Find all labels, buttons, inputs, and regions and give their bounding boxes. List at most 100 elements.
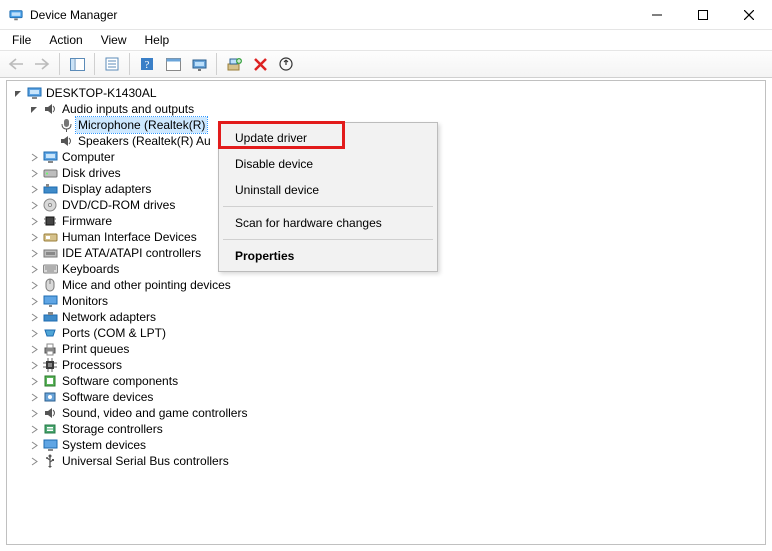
no-chevron [45,136,56,147]
chevron-right-icon[interactable] [29,216,40,227]
tree-root[interactable]: DESKTOP-K1430AL [11,85,765,101]
disc-icon [42,197,58,213]
ctx-scan-hardware[interactable]: Scan for hardware changes [221,210,435,236]
menu-action[interactable]: Action [41,32,90,48]
tree-item-monitors[interactable]: Monitors [11,293,765,309]
tree-item-storage[interactable]: Storage controllers [11,421,765,437]
chevron-right-icon[interactable] [29,248,40,259]
chevron-right-icon[interactable] [29,232,40,243]
chevron-right-icon[interactable] [29,312,40,323]
hid-icon [42,229,58,245]
back-button[interactable] [4,52,28,76]
computer-icon [42,149,58,165]
svg-text:?: ? [145,59,150,71]
storage-icon [42,421,58,437]
chevron-down-icon[interactable] [29,104,40,115]
tree-item-label: Human Interface Devices [60,229,199,245]
titlebar: Device Manager [0,0,772,30]
chevron-right-icon[interactable] [29,392,40,403]
tree-item-usb[interactable]: Universal Serial Bus controllers [11,453,765,469]
forward-button[interactable] [30,52,54,76]
show-hide-console-tree-button[interactable] [65,52,89,76]
view-button[interactable] [187,52,211,76]
window-title: Device Manager [30,8,117,22]
minimize-button[interactable] [634,0,680,30]
tree-item-label: Software devices [60,389,155,405]
monitor-icon [42,293,58,309]
ide-icon [42,245,58,261]
chevron-right-icon[interactable] [29,296,40,307]
tree-item-processors[interactable]: Processors [11,357,765,373]
chevron-right-icon[interactable] [29,168,40,179]
printer-icon [42,341,58,357]
tree-item-print-queues[interactable]: Print queues [11,341,765,357]
chevron-right-icon[interactable] [29,376,40,387]
tree-item-label: Firmware [60,213,114,229]
chevron-right-icon[interactable] [29,344,40,355]
tree-item-label: Storage controllers [60,421,165,437]
tree-item-sound[interactable]: Sound, video and game controllers [11,405,765,421]
tree-item-software-devices[interactable]: Software devices [11,389,765,405]
speaker-icon [58,133,74,149]
chevron-right-icon[interactable] [29,264,40,275]
tree-item-label: Speakers (Realtek(R) Au [76,133,213,149]
toolbar: ? [0,50,772,78]
chip-icon [42,213,58,229]
network-icon [42,309,58,325]
properties-button[interactable] [100,52,124,76]
tree-item-label: DVD/CD-ROM drives [60,197,177,213]
menu-view[interactable]: View [93,32,135,48]
chevron-right-icon[interactable] [29,424,40,435]
scan-hardware-button[interactable] [222,52,246,76]
tree-item-label: Processors [60,357,124,373]
tree-item-label: Display adapters [60,181,153,197]
menu-file[interactable]: File [4,32,39,48]
menu-help[interactable]: Help [137,32,178,48]
system-icon [42,437,58,453]
software-device-icon [42,389,58,405]
uninstall-button[interactable] [248,52,272,76]
tree-item-label: Sound, video and game controllers [60,405,249,421]
close-button[interactable] [726,0,772,30]
ctx-disable-device[interactable]: Disable device [221,151,435,177]
app-icon [8,7,24,23]
keyboard-icon [42,261,58,277]
component-icon [42,373,58,389]
microphone-icon [58,117,74,133]
ctx-properties[interactable]: Properties [221,243,435,269]
usb-icon [42,453,58,469]
ctx-uninstall-device[interactable]: Uninstall device [221,177,435,203]
tree-item-network[interactable]: Network adapters [11,309,765,325]
menubar: File Action View Help [0,30,772,50]
help-button[interactable]: ? [135,52,159,76]
tree-item-ports[interactable]: Ports (COM & LPT) [11,325,765,341]
chevron-right-icon[interactable] [29,360,40,371]
chevron-right-icon[interactable] [29,408,40,419]
tree-item-label: Mice and other pointing devices [60,277,233,293]
disk-icon [42,165,58,181]
chevron-down-icon[interactable] [13,88,24,99]
port-icon [42,325,58,341]
chevron-right-icon[interactable] [29,152,40,163]
tree-item-system-devices[interactable]: System devices [11,437,765,453]
tree-item-label: Keyboards [60,261,121,277]
action-button[interactable] [161,52,185,76]
tree-item-label: Disk drives [60,165,123,181]
tree-item-label: IDE ATA/ATAPI controllers [60,245,203,261]
maximize-button[interactable] [680,0,726,30]
computer-icon [26,85,42,101]
tree-item-audio[interactable]: Audio inputs and outputs [11,101,765,117]
mouse-icon [42,277,58,293]
chevron-right-icon[interactable] [29,328,40,339]
tree-item-mice[interactable]: Mice and other pointing devices [11,277,765,293]
chevron-right-icon[interactable] [29,280,40,291]
chevron-right-icon[interactable] [29,184,40,195]
chevron-right-icon[interactable] [29,456,40,467]
tree-item-software-components[interactable]: Software components [11,373,765,389]
ctx-update-driver[interactable]: Update driver [221,125,435,151]
speaker-icon [42,101,58,117]
update-driver-button[interactable] [274,52,298,76]
chevron-right-icon[interactable] [29,440,40,451]
chevron-right-icon[interactable] [29,200,40,211]
context-menu: Update driver Disable device Uninstall d… [218,122,438,272]
